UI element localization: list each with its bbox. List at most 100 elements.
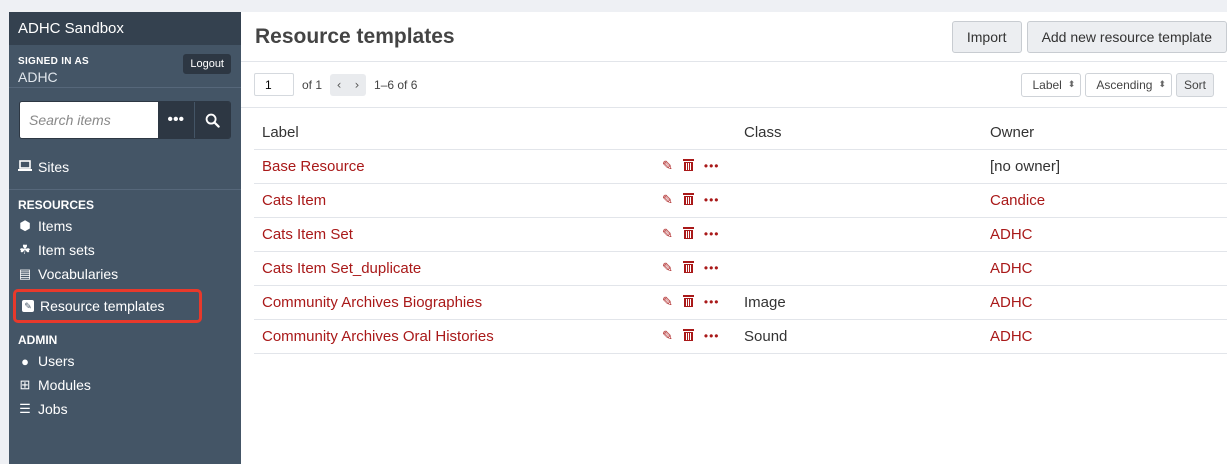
more-options-icon[interactable]: •••: [704, 193, 720, 207]
sort-button[interactable]: Sort: [1175, 72, 1214, 97]
row-actions: ✎ •••: [654, 217, 736, 252]
template-class-cell: [736, 149, 982, 184]
advanced-search-button[interactable]: •••: [158, 102, 194, 138]
trash-icon[interactable]: [682, 260, 694, 276]
sidebar-item-item-sets[interactable]: ☘ Item sets: [9, 238, 241, 262]
book-icon: ▤: [18, 266, 32, 281]
trash-icon[interactable]: [682, 294, 694, 310]
sort-order-value: Ascending: [1096, 77, 1153, 92]
site-title[interactable]: ADHC Sandbox: [9, 12, 241, 45]
table-row: Cats Item Set_duplicate ✎ ••• ADHC: [254, 251, 1227, 286]
template-label-link[interactable]: Community Archives Biographies: [262, 294, 482, 311]
table-row: Community Archives Biographies ✎ ••• Image A…: [254, 285, 1227, 320]
cube-icon: ⬢: [19, 218, 31, 233]
more-options-icon[interactable]: •••: [704, 295, 720, 309]
sidebar-item-resource-templates[interactable]: ✎ Resource templates: [13, 289, 202, 323]
more-options-icon[interactable]: •••: [704, 261, 720, 275]
sidebar-item-jobs[interactable]: ☰ Jobs: [9, 397, 241, 421]
sidebar-item-vocabularies[interactable]: ▤ Vocabularies: [9, 262, 241, 286]
template-owner-cell[interactable]: Candice: [982, 183, 1227, 218]
logout-button[interactable]: Logout: [183, 54, 231, 74]
pagination-buttons: ‹ ›: [330, 73, 367, 96]
laptop-icon: [18, 159, 32, 175]
template-owner-cell[interactable]: ADHC: [982, 319, 1227, 354]
sidebar-item-modules[interactable]: ⊞ Modules: [9, 373, 241, 397]
pencil-icon[interactable]: ✎: [662, 158, 673, 174]
template-owner-cell[interactable]: ADHC: [982, 217, 1227, 252]
select-arrows-icon: ⬍: [1158, 79, 1166, 89]
plus-square-icon: ⊞: [19, 377, 31, 392]
sidebar: ADHC Sandbox SIGNED IN AS ADHC Logout ••…: [9, 12, 241, 464]
template-owner-cell[interactable]: ADHC: [982, 285, 1227, 320]
template-label-link[interactable]: Cats Item Set_duplicate: [262, 260, 421, 277]
pencil-icon[interactable]: ✎: [662, 294, 673, 310]
sidebar-item-users[interactable]: ● Users: [9, 349, 241, 373]
pencil-icon[interactable]: ✎: [662, 226, 673, 242]
template-label-link[interactable]: Base Resource: [262, 158, 365, 175]
more-options-icon[interactable]: •••: [704, 227, 720, 241]
chevron-right-icon: ›: [354, 77, 360, 92]
sidebar-item-label: Item sets: [38, 242, 95, 258]
template-class-cell: [736, 217, 982, 252]
pencil-icon[interactable]: ✎: [662, 328, 673, 344]
previous-page-button[interactable]: ‹: [330, 74, 348, 96]
column-header-owner: Owner: [982, 117, 1227, 150]
sidebar-item-label: Sites: [38, 159, 70, 175]
page-actions: Import Add new resource template: [951, 20, 1227, 53]
sites-nav: Sites: [9, 152, 241, 190]
row-actions: ✎ •••: [654, 251, 736, 286]
template-class-cell: [736, 251, 982, 286]
template-owner-cell[interactable]: ADHC: [982, 251, 1227, 286]
sidebar-item-label: Modules: [38, 377, 91, 393]
template-icon: ✎: [22, 300, 34, 312]
trash-icon[interactable]: [682, 226, 694, 242]
sidebar-item-sites[interactable]: Sites: [9, 152, 241, 182]
column-header-class: Class: [736, 117, 982, 150]
page-number-input[interactable]: [254, 73, 294, 96]
page-count: of 1: [302, 77, 323, 92]
sort-order-select[interactable]: Ascending ⬍: [1085, 72, 1172, 97]
trash-icon[interactable]: [682, 158, 694, 174]
trash-icon[interactable]: [682, 328, 694, 344]
sidebar-item-label: Users: [38, 353, 75, 369]
template-label-cell: Cats Item: [254, 183, 654, 218]
pencil-icon[interactable]: ✎: [662, 260, 673, 276]
table-row: Community Archives Oral Histories ✎ ••• Sou…: [254, 319, 1227, 354]
import-button[interactable]: Import: [951, 20, 1022, 53]
browse-controls: of 1 ‹ › 1–6 of 6 Label ⬍ Ascending ⬍ So…: [241, 62, 1227, 108]
sidebar-item-label: Jobs: [38, 401, 68, 417]
add-resource-template-button[interactable]: Add new resource template: [1026, 20, 1227, 53]
sort-by-value: Label: [1032, 77, 1062, 92]
template-label-cell: Community Archives Oral Histories: [254, 319, 654, 354]
row-actions: ✎ •••: [654, 319, 736, 354]
search-input[interactable]: [20, 102, 158, 138]
chevron-left-icon: ‹: [336, 77, 342, 92]
sidebar-item-label: Resource templates: [40, 298, 165, 314]
search-button[interactable]: [193, 102, 230, 138]
template-label-cell: Community Archives Biographies: [254, 285, 654, 320]
more-options-icon[interactable]: •••: [704, 329, 720, 343]
table-header-row: Label Class Owner: [254, 117, 1227, 150]
ellipsis-icon: •••: [167, 111, 185, 128]
pencil-icon[interactable]: ✎: [662, 192, 673, 208]
template-owner-cell: [no owner]: [982, 149, 1227, 184]
next-page-button[interactable]: ›: [348, 74, 366, 96]
table-row: Base Resource ✎ ••• [no owner]: [254, 149, 1227, 184]
sort-by-select[interactable]: Label ⬍: [1021, 72, 1082, 97]
trash-icon[interactable]: [682, 192, 694, 208]
template-label-link[interactable]: Community Archives Oral Histories: [262, 328, 494, 345]
table-row: Cats Item ✎ ••• Candice: [254, 183, 1227, 218]
more-options-icon[interactable]: •••: [704, 159, 720, 173]
cubes-icon: ☘: [19, 242, 31, 257]
select-arrows-icon: ⬍: [1067, 79, 1076, 89]
sort-controls: Label ⬍ Ascending ⬍ Sort: [1021, 72, 1214, 97]
sidebar-item-items[interactable]: ⬢ Items: [9, 214, 241, 238]
template-label-cell: Cats Item Set: [254, 217, 654, 252]
template-label-cell: Base Resource: [254, 149, 654, 184]
template-label-link[interactable]: Cats Item Set: [262, 226, 353, 243]
column-header-actions: [654, 117, 736, 150]
main-content: Resource templates Import Add new resour…: [241, 12, 1227, 464]
sidebar-item-label: Vocabularies: [38, 266, 119, 282]
template-label-link[interactable]: Cats Item: [262, 192, 326, 209]
table-row: Cats Item Set ✎ ••• ADHC: [254, 217, 1227, 252]
